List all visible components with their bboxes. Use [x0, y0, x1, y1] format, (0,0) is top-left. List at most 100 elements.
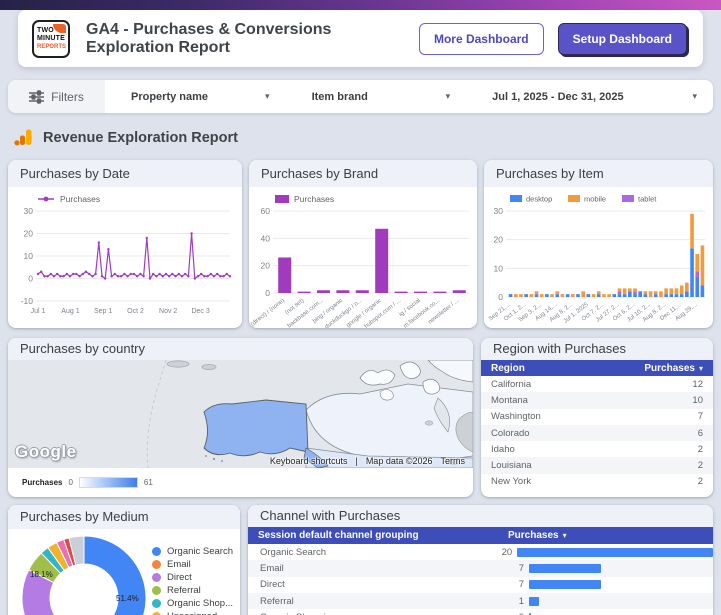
svg-text:Purchases: Purchases — [294, 194, 334, 204]
purchases-bar — [529, 563, 601, 573]
svg-text:30: 30 — [494, 206, 504, 216]
card-title: Purchases by Medium — [8, 505, 240, 529]
more-dashboard-button[interactable]: More Dashboard — [418, 22, 544, 55]
card-title: Purchases by Item — [484, 160, 713, 187]
channel-column-header[interactable]: Session default channel grouping — [258, 530, 508, 541]
logo-line3: REPORTS — [37, 43, 67, 50]
purchases-by-item-chart[interactable]: 0102030Sep 21,...Oct 1, 2...Sep 3, 2...A… — [484, 187, 713, 328]
keyboard-shortcuts-link[interactable]: Keyboard shortcuts — [270, 456, 348, 466]
svg-text:Dec 3: Dec 3 — [191, 308, 209, 315]
property-name-filter[interactable]: Property name ▾ — [105, 80, 286, 113]
terms-link[interactable]: Terms — [441, 456, 466, 466]
map-attribution: Keyboard shortcuts | Map data ©2026 Term… — [270, 456, 465, 466]
svg-text:30: 30 — [24, 206, 34, 216]
svg-text:10: 10 — [494, 263, 504, 273]
card-title: Purchases by Date — [8, 160, 242, 187]
purchases-value: 12 — [692, 378, 703, 390]
svg-text:backbase.com...: backbase.com... — [287, 298, 325, 328]
donut-legend: Organic Search Email Direct Referral Organic… — [152, 545, 233, 615]
sort-desc-icon: ▾ — [698, 363, 703, 373]
svg-text:Jul 1: Jul 1 — [31, 308, 46, 315]
purchases-value: 20 — [501, 546, 513, 558]
region-with-purchases-card: Region with Purchases Region Purchases ▾ … — [481, 338, 713, 497]
two-minute-reports-logo: TWO MINUTE REPORTS — [32, 19, 70, 58]
map-data-text: Map data ©2026 — [365, 456, 433, 466]
legend-item[interactable]: Email — [152, 558, 233, 571]
logo-line2: MINUTE — [37, 34, 66, 42]
sort-desc-icon: ▾ — [562, 531, 567, 540]
purchases-column-header[interactable]: Purchases ▾ — [644, 363, 703, 374]
legend-label: Organic Search — [167, 546, 234, 557]
legend-label: Email — [167, 559, 191, 570]
region-name: Montana — [491, 394, 528, 406]
legend-item[interactable]: Direct — [152, 571, 233, 584]
map-legend-max: 61 — [143, 477, 153, 487]
table-row: Idaho 2 — [481, 441, 713, 457]
region-column-header[interactable]: Region — [491, 363, 525, 374]
legend-color-dot — [152, 573, 161, 582]
purchases-by-brand-chart[interactable]: 0204060(direct) / (none)(not set)backbas… — [249, 187, 477, 328]
svg-text:0: 0 — [28, 274, 33, 284]
legend-item[interactable]: Organic Shop... — [152, 597, 233, 610]
purchases-by-date-chart[interactable]: -10 0 10 20 30 Jul 1 Aug 1 Sep 1 Oct 2 Nov 2 Dec 3… — [8, 187, 242, 328]
svg-text:20: 20 — [494, 235, 504, 245]
svg-text:Sep 1: Sep 1 — [94, 308, 112, 315]
purchases-column-header[interactable]: Purchases ▾ — [508, 530, 567, 541]
legend-item[interactable]: Referral — [152, 584, 233, 597]
date-range-filter[interactable]: Jul 1, 2025 - Dec 31, 2025 ▾ — [466, 80, 713, 113]
purchases-bar — [529, 580, 601, 590]
date-range-filter-label: Jul 1, 2025 - Dec 31, 2025 — [492, 90, 624, 103]
svg-text:mobile: mobile — [584, 195, 606, 204]
purchases-by-medium-card: Purchases by Medium 51.4% 18.1% Organic S… — [8, 505, 240, 615]
channel-with-purchases-card: Channel with Purchases Session default c… — [248, 505, 713, 615]
purchases-by-date-card: Purchases by Date -10 0 10 20 30 Jul 1 Aug 1 Se… — [8, 160, 242, 328]
channel-name: Email — [260, 562, 284, 574]
donut-slice[interactable] — [79, 535, 147, 615]
purchases-value: 7 — [697, 411, 703, 423]
analytics-icon — [14, 129, 32, 146]
region-name: Louisiana — [491, 460, 532, 472]
card-title: Region with Purchases — [481, 338, 713, 360]
logo-swoosh — [53, 23, 66, 33]
map-color-legend: Purchases 0 61 — [8, 468, 473, 496]
setup-dashboard-button[interactable]: Setup Dashboard — [557, 22, 687, 55]
table-row: Direct 7 — [248, 577, 713, 593]
card-title: Purchases by Brand — [249, 160, 477, 187]
legend-color-dot — [152, 547, 161, 556]
purchases-value: 7 — [518, 562, 524, 574]
region-name: California — [491, 378, 532, 390]
legend-color-dot — [152, 599, 161, 608]
table-row: Washington 7 — [481, 409, 713, 425]
legend-color-dot — [152, 560, 161, 569]
item-brand-filter[interactable]: Item brand ▾ — [286, 80, 467, 113]
purchases-value: 1 — [518, 595, 524, 607]
region-name: New York — [491, 476, 532, 488]
purchases-value: 2 — [697, 476, 703, 488]
purchases-by-medium-donut[interactable]: 51.4% 18.1% — [12, 533, 162, 615]
world-map[interactable] — [8, 359, 473, 469]
region-name: Idaho — [491, 443, 515, 455]
legend-item[interactable]: Organic Search — [152, 545, 233, 558]
map-container: Google Keyboard shortcuts | Map data ©20… — [8, 359, 473, 469]
date-legend-purchases: Purchases — [60, 194, 100, 204]
table-row: Organic Search 20 — [248, 544, 713, 560]
google-logo[interactable]: Google — [15, 442, 77, 462]
legend-label: Direct — [167, 572, 192, 583]
chevron-down-icon: ▾ — [692, 91, 697, 101]
svg-text:Oct 2: Oct 2 — [127, 308, 144, 315]
svg-text:10: 10 — [24, 251, 34, 261]
legend-item[interactable]: Unassigned — [152, 610, 233, 615]
section-title-text: Revenue Exploration Report — [43, 129, 238, 146]
filters-label: Filters — [8, 80, 105, 113]
svg-text:0: 0 — [265, 288, 270, 298]
brand-gradient-bar — [0, 0, 721, 10]
channel-name: Direct — [260, 579, 285, 591]
table-row: Email 7 — [248, 560, 713, 577]
svg-text:0: 0 — [498, 292, 503, 302]
table-row: Organic Shopping0 — [248, 609, 713, 615]
svg-text:51.4%: 51.4% — [116, 594, 139, 603]
logo-line1: TWO — [37, 26, 54, 34]
table-row: New York 2 — [481, 474, 713, 490]
chevron-down-icon: ▾ — [445, 91, 451, 101]
purchases-value: 2 — [697, 460, 703, 472]
